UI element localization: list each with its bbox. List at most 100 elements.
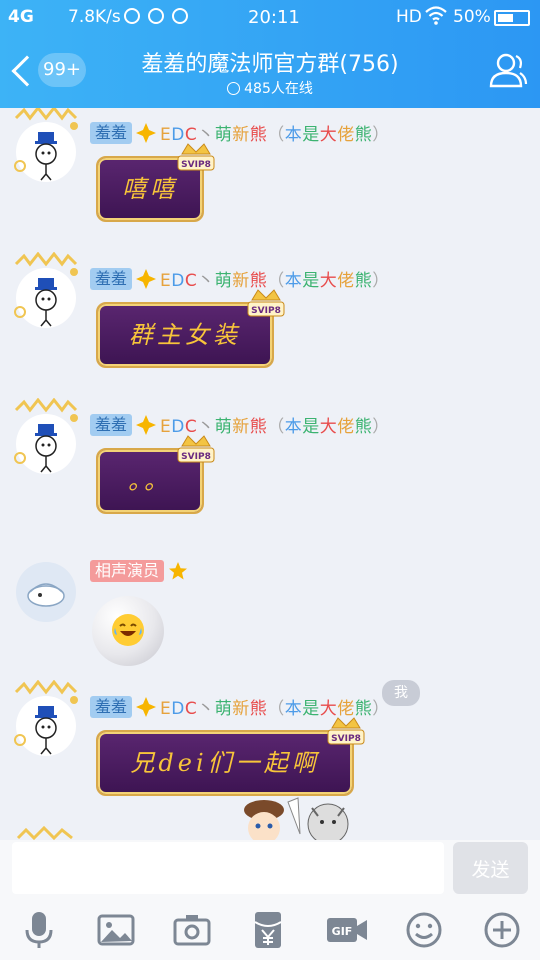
wifi-icon (424, 4, 448, 31)
crown-frame-icon (14, 252, 78, 318)
message-bubble[interactable]: 。。 SVIP8 (96, 435, 215, 514)
nickname-char: 萌 (214, 699, 233, 719)
emoji-icon (406, 912, 442, 948)
svip-badge-icon: SVIP8 (247, 289, 285, 317)
online-count: 485人在线 (150, 78, 390, 98)
image-icon (97, 914, 135, 946)
chat-history[interactable]: 羞羞 EDC丶萌新熊（本是大佬熊） 嘻嘻 SVIP8 羞羞 EDC丶萌新熊（本是大佬… (0, 108, 540, 840)
nickname-char: 熊 (354, 417, 373, 437)
self-label: 我 (382, 680, 420, 706)
crown-frame-icon (14, 108, 78, 172)
member-tag: 羞羞 (90, 267, 133, 290)
nickname-char: 本 (284, 699, 303, 719)
camera-button[interactable] (172, 910, 212, 950)
back-button[interactable]: 99+ (8, 50, 88, 94)
nickname-char: 佬 (337, 125, 355, 145)
svip-badge-icon: SVIP8 (177, 143, 215, 171)
nickname-char: 丶 (197, 271, 215, 291)
member-tag: 羞羞 (90, 121, 133, 144)
message-bubble[interactable]: 群主女装 SVIP8 (96, 289, 285, 368)
nickname-char: 新 (232, 125, 250, 145)
nickname-char: 熊 (354, 271, 373, 291)
red-packet-icon (254, 912, 282, 948)
member-tag: 相声演员 (90, 560, 165, 582)
message-bubble[interactable]: 嘻嘻 SVIP8 (96, 143, 215, 222)
network-indicator: 4G (8, 7, 34, 27)
nickname-char: 熊 (249, 699, 268, 719)
title-bar: 4G 7.8K/s 20:11 HD 50% 99+ 羞羞的魔法师官方群(756… (0, 0, 540, 108)
status-bar: 4G 7.8K/s 20:11 HD 50% (0, 0, 540, 34)
diamond-icon (136, 414, 157, 435)
send-button[interactable]: 发送 (453, 842, 528, 894)
online-count-text: 485人在线 (244, 81, 313, 97)
nickname-char: 是 (302, 271, 320, 291)
battery-icon (494, 10, 530, 26)
image-button[interactable] (96, 910, 136, 950)
nickname-char: 佬 (337, 417, 355, 437)
message-text: 兄dei们一起啊 (130, 749, 320, 777)
nickname-char: 大 (319, 125, 338, 145)
unread-badge: 99+ (38, 53, 86, 87)
svip-label: SVIP8 (181, 452, 211, 462)
nickname-char: ） (372, 271, 390, 291)
notification-icon (124, 8, 140, 24)
hd-indicator: HD (396, 7, 422, 27)
nickname-char: 大 (319, 271, 338, 291)
nickname-char: E (160, 125, 172, 145)
nickname-char: （ (267, 417, 285, 437)
diamond-icon (136, 268, 157, 289)
nickname-char: C (184, 699, 198, 719)
nickname-char: 是 (302, 417, 320, 437)
message-input[interactable] (12, 842, 444, 894)
gif-button[interactable]: GIF (325, 910, 369, 950)
nickname-char: 丶 (197, 699, 215, 719)
voice-button[interactable] (19, 910, 59, 950)
svip-label: SVIP8 (251, 306, 281, 316)
nickname-char: （ (267, 699, 285, 719)
emoji-bubble[interactable] (92, 596, 164, 666)
group-members-button[interactable] (488, 50, 528, 90)
emoji-button[interactable] (404, 910, 444, 950)
nickname-char: 大 (319, 417, 338, 437)
svip-badge-icon: SVIP8 (177, 435, 215, 463)
more-button[interactable] (482, 910, 522, 950)
mic-icon (25, 912, 53, 948)
laughing-tears-icon (112, 614, 144, 646)
member-tag: 羞羞 (90, 413, 133, 436)
gif-icon: GIF (327, 918, 367, 942)
svip-label: SVIP8 (181, 160, 211, 170)
check-circle-icon (227, 82, 241, 95)
sender-line: 羞羞 EDC丶萌新熊（本是大佬熊） (90, 120, 390, 145)
nickname-char: D (171, 699, 185, 719)
nickname-char: 熊 (249, 125, 268, 145)
nickname-char: E (160, 417, 172, 437)
input-bar: 发送 GIF (0, 840, 540, 960)
nickname-char: 萌 (214, 271, 233, 291)
nickname-char: 熊 (354, 125, 373, 145)
plus-icon (484, 912, 520, 948)
camera-icon (173, 915, 211, 946)
nickname-char: 新 (232, 417, 250, 437)
message-bubble[interactable]: 兄dei们一起啊 SVIP8 (96, 717, 365, 796)
nickname-char: E (160, 271, 172, 291)
diamond-icon (136, 696, 157, 717)
group-title[interactable]: 羞羞的魔法师官方群(756) (100, 46, 440, 78)
svip-badge-icon: SVIP8 (327, 717, 365, 745)
avatar[interactable] (16, 562, 76, 622)
diamond-icon (136, 122, 157, 143)
member-tag: 羞羞 (90, 695, 133, 718)
nickname-char: 新 (232, 699, 250, 719)
svg-text:GIF: GIF (332, 925, 353, 938)
sender-line: 相声演员 (90, 560, 192, 584)
nickname-char: ） (372, 417, 390, 437)
user-icon (489, 53, 528, 88)
nickname-char: （ (267, 125, 285, 145)
sticker-image (244, 797, 349, 840)
clock: 20:11 (248, 7, 300, 28)
nickname-char: 佬 (337, 271, 355, 291)
nickname-char: 熊 (249, 417, 268, 437)
network-speed: 7.8K/s (68, 7, 121, 27)
crown-frame-icon (16, 825, 73, 840)
nickname-char: 萌 (214, 417, 233, 437)
red-packet-button[interactable] (248, 910, 288, 950)
